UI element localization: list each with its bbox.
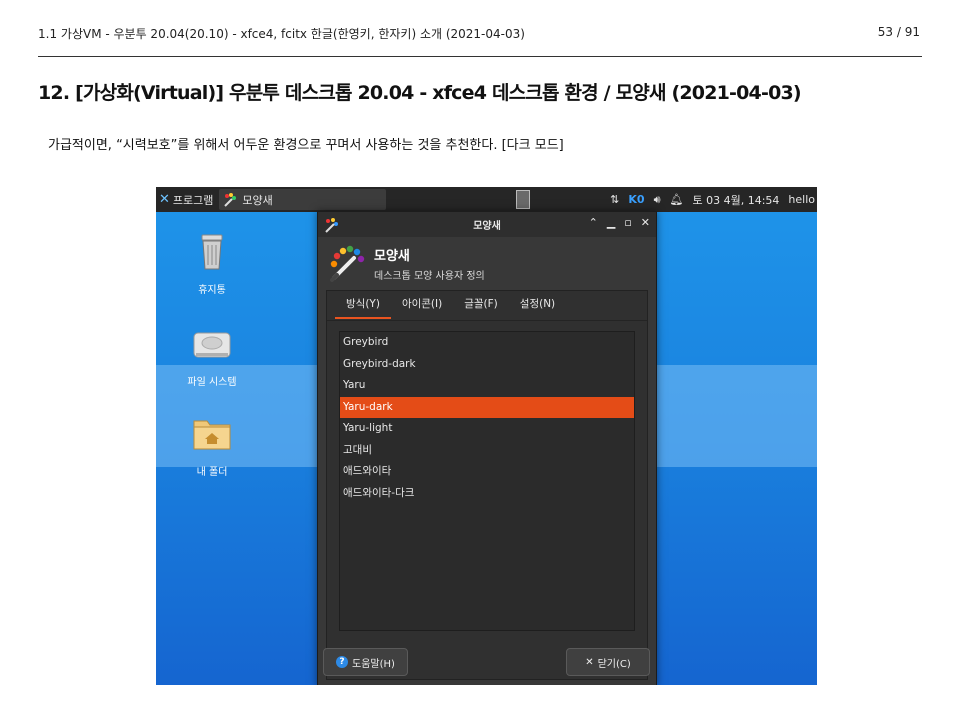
theme-list-item[interactable]: Yaru-light (340, 418, 634, 440)
tab-style[interactable]: 방식(Y) (335, 291, 391, 319)
running-header: 1.1 가상VM - 우분투 20.04(20.10) - xfce4, fci… (38, 27, 525, 41)
home-folder-icon (193, 420, 231, 450)
top-panel: ✕ 프로그램 모양새 ⇅ K0 🔊︎ 🔔︎ 토 03 4월, 14:54 hel… (156, 187, 817, 212)
settings-notebook: 방식(Y) 아이콘(I) 글꼴(F) 설정(N) Greybird Greybi… (326, 290, 648, 680)
app-subtitle: 데스크톱 모양 사용자 정의 (374, 270, 485, 282)
desktop-icon-home[interactable]: 내 폴더 (162, 413, 262, 478)
theme-list-item-selected[interactable]: Yaru-dark (340, 396, 634, 418)
notification-bell-icon[interactable]: 🔔︎ (670, 193, 684, 206)
app-name: 모양새 (374, 248, 410, 264)
xfce-logo-icon: ✕ (159, 192, 170, 207)
help-icon: ? (336, 656, 349, 668)
input-method-indicator[interactable]: K0 (628, 193, 644, 206)
help-button[interactable]: ? 도움말(H) (323, 648, 408, 676)
page-title: 12. [가상화(Virtual)] 우분투 데스크톱 20.04 - xfce… (38, 82, 802, 104)
help-button-label: 도움말(H) (352, 658, 395, 670)
workspace-switcher[interactable] (516, 190, 531, 209)
network-icon[interactable]: ⇅ (610, 193, 619, 206)
close-icon[interactable]: ✕ (641, 216, 650, 229)
desktop-icon-filesystem[interactable]: 파일 시스템 (162, 323, 262, 388)
tab-fonts[interactable]: 글꼴(F) (453, 291, 509, 319)
close-button[interactable]: ✕ 닫기(C) (566, 648, 650, 676)
applications-menu-button[interactable]: ✕ 프로그램 (156, 187, 217, 212)
palette-icon (224, 192, 237, 207)
page-number: 53 / 91 (877, 25, 920, 39)
close-button-label: 닫기(C) (597, 658, 631, 670)
appearance-dialog: 모양새 ⌃ ▁ ▫ ✕ 모양새 데스크톱 모양 사용자 정의 방식(Y) 아이콘… (317, 211, 657, 685)
dialog-titlebar[interactable]: 모양새 ⌃ ▁ ▫ ✕ (318, 212, 656, 237)
tab-settings[interactable]: 설정(N) (509, 291, 566, 319)
theme-list-item[interactable]: Greybird (340, 332, 634, 354)
drive-icon (193, 332, 231, 358)
trash-icon (201, 234, 223, 270)
desktop-icon-trash[interactable]: 휴지통 (162, 231, 262, 296)
clock[interactable]: 토 03 4월, 14:54 (692, 192, 779, 208)
close-icon: ✕ (585, 656, 594, 668)
theme-list-item[interactable]: 고대비 (340, 440, 634, 462)
desktop-icon-label: 내 폴더 (196, 467, 228, 478)
volume-icon[interactable]: 🔊︎ (654, 193, 661, 207)
dialog-header: 모양새 데스크톱 모양 사용자 정의 (328, 244, 485, 282)
tab-bar: 방식(Y) 아이콘(I) 글꼴(F) 설정(N) (335, 291, 566, 319)
theme-list-item[interactable]: 애드와이타 (340, 461, 634, 483)
user-menu[interactable]: hello (788, 193, 815, 206)
theme-list-item[interactable]: Greybird-dark (340, 354, 634, 376)
theme-list[interactable]: Greybird Greybird-dark Yaru Yaru-dark Ya… (339, 331, 635, 631)
minimize-icon[interactable]: ▁ (607, 216, 615, 229)
desktop-screenshot: ✕ 프로그램 모양새 ⇅ K0 🔊︎ 🔔︎ 토 03 4월, 14:54 hel… (156, 187, 817, 685)
desktop-icon-label: 파일 시스템 (187, 377, 237, 388)
header-divider (38, 56, 922, 57)
theme-list-item[interactable]: 애드와이타-다크 (340, 483, 634, 505)
maximize-icon[interactable]: ▫ (624, 216, 631, 229)
chevron-up-icon[interactable]: ⌃ (589, 216, 598, 229)
desktop-icon-label: 휴지통 (198, 285, 226, 296)
taskbar-window-label: 모양새 (242, 193, 273, 207)
applications-menu-label: 프로그램 (172, 193, 214, 207)
taskbar-window-button[interactable]: 모양새 (219, 189, 387, 210)
tab-icons[interactable]: 아이콘(I) (391, 291, 453, 319)
theme-list-item[interactable]: Yaru (340, 375, 634, 397)
appearance-app-icon (330, 245, 365, 282)
description-text: 가급적이면, “시력보호”를 위해서 어두운 환경으로 꾸며서 사용하는 것을 … (48, 138, 564, 153)
